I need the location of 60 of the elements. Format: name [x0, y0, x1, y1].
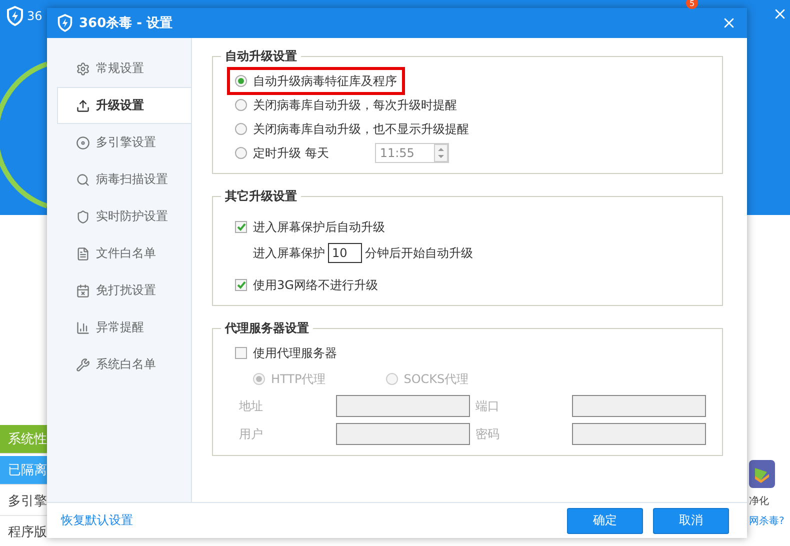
ok-button[interactable]: 确定	[567, 508, 643, 534]
minutes-field[interactable]: 10	[328, 243, 362, 263]
radio-button[interactable]	[235, 75, 247, 87]
checkbox-label: 使用3G网络不进行升级	[253, 276, 378, 294]
field-label: 用户	[239, 426, 264, 442]
calendar-icon	[76, 284, 90, 298]
document-icon	[76, 246, 90, 260]
option-label: SOCKS代理	[404, 370, 469, 388]
search-icon	[76, 172, 90, 186]
setting-label: 分钟后开始自动升级	[365, 244, 473, 262]
option-label: 关闭病毒库自动升级，每次升级时提醒	[253, 96, 457, 114]
app-label: 净化	[749, 495, 769, 508]
app-title: 36	[27, 9, 42, 23]
disc-icon	[76, 136, 90, 150]
shield-icon	[76, 210, 90, 224]
upload-icon	[76, 98, 90, 112]
group-title: 代理服务器设置	[224, 320, 310, 337]
sidebar-item[interactable]: 升级设置	[57, 87, 191, 124]
field-label: 地址	[239, 398, 264, 414]
time-field[interactable]: 11:55	[374, 143, 449, 163]
sidebar-item[interactable]: 异常提醒	[57, 309, 191, 346]
radio-button[interactable]	[235, 147, 247, 159]
dialog-title: 360杀毒 - 设置	[79, 15, 174, 32]
spinner-icon[interactable]	[434, 144, 448, 162]
radio-button[interactable]	[235, 123, 247, 135]
input-field[interactable]	[336, 395, 470, 417]
notification-badge: 5	[686, 0, 698, 9]
radio-button[interactable]	[235, 99, 247, 111]
broom-app-icon[interactable]	[749, 460, 775, 488]
sidebar-item[interactable]: 多引擎设置	[57, 124, 191, 161]
group-title: 其它升级设置	[224, 188, 298, 205]
sidebar-item[interactable]: 实时防护设置	[57, 198, 191, 235]
option-label: 关闭病毒库自动升级，也不显示升级提醒	[253, 120, 469, 138]
cancel-button[interactable]: 取消	[653, 508, 729, 534]
field-label: 端口	[476, 398, 500, 414]
option-label: 定时升级 每天	[253, 144, 329, 162]
sidebar-item[interactable]: 系统白名单	[57, 346, 191, 383]
sidebar-item[interactable]: 免打扰设置	[57, 272, 191, 309]
shield-logo-icon	[57, 14, 73, 32]
checkbox[interactable]	[235, 221, 247, 233]
input-field[interactable]	[572, 395, 706, 417]
sidebar-item[interactable]: 病毒扫描设置	[57, 161, 191, 198]
sidebar-item[interactable]: 文件白名单	[57, 235, 191, 272]
help-link[interactable]: 网杀毒?	[749, 514, 784, 528]
input-field[interactable]	[572, 423, 706, 445]
checkbox-label: 进入屏幕保护后自动升级	[253, 218, 385, 236]
input-field[interactable]	[336, 423, 470, 445]
bar-chart-icon	[76, 320, 90, 334]
option-label: 自动升级病毒特征库及程序	[253, 72, 397, 90]
shield-logo-icon	[6, 6, 24, 26]
checkbox[interactable]	[235, 279, 247, 291]
sidebar-item[interactable]: 常规设置	[57, 50, 191, 87]
setting-label: 进入屏幕保护	[253, 244, 325, 262]
option-label: HTTP代理	[271, 370, 326, 388]
gear-icon	[76, 62, 90, 76]
restore-defaults-link[interactable]: 恢复默认设置	[61, 512, 557, 529]
group-title: 自动升级设置	[224, 48, 298, 65]
wrench-icon	[76, 358, 90, 372]
checkbox-label: 使用代理服务器	[253, 344, 337, 362]
field-label: 密码	[476, 426, 500, 442]
